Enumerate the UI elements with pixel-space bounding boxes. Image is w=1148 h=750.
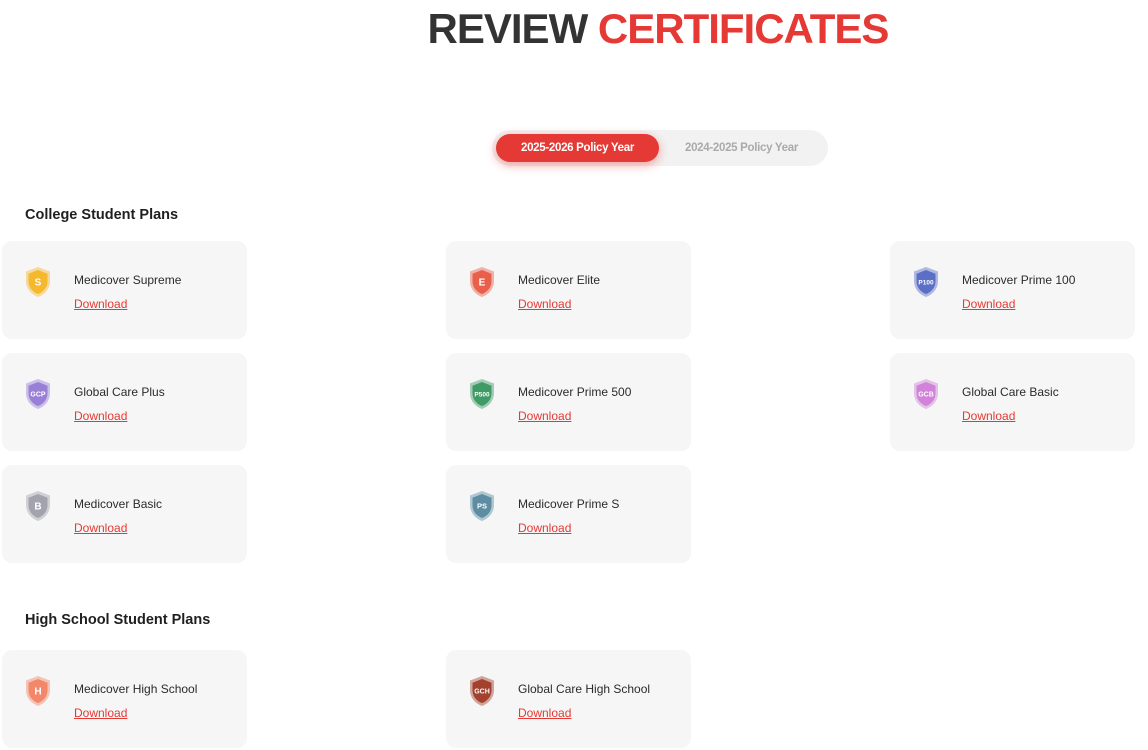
download-link[interactable]: Download <box>74 521 127 535</box>
shield-icon: P100 <box>912 266 940 298</box>
plan-card-medicover-basic: B Medicover Basic Download <box>2 465 247 563</box>
download-link[interactable]: Download <box>74 409 127 423</box>
plan-card-medicover-prime-s: PS Medicover Prime S Download <box>446 465 691 563</box>
plan-name: Medicover Elite <box>518 273 601 287</box>
plan-card-global-care-plus: GCP Global Care Plus Download <box>2 353 247 451</box>
shield-badge-text: GCH <box>474 689 490 696</box>
plan-card-global-care-basic: GCB Global Care Basic Download <box>890 353 1135 451</box>
plan-name: Global Care Basic <box>962 385 1059 399</box>
shield-icon: GCB <box>912 378 940 410</box>
plan-name: Medicover Prime 500 <box>518 385 632 399</box>
shield-icon: PS <box>468 490 496 522</box>
shield-icon: GCH <box>468 675 496 707</box>
shield-icon: E <box>468 266 496 298</box>
download-link[interactable]: Download <box>518 521 571 535</box>
policy-year-toggle: 2025-2026 Policy Year 2024-2025 Policy Y… <box>492 130 828 166</box>
shield-icon: H <box>24 675 52 707</box>
plan-name: Global Care High School <box>518 682 651 696</box>
plan-name: Medicover Prime S <box>518 497 620 511</box>
shield-icon: S <box>24 266 52 298</box>
section-heading-college: College Student Plans <box>25 207 179 223</box>
download-link[interactable]: Download <box>518 297 571 311</box>
plan-name: Medicover Supreme <box>74 273 182 287</box>
plan-name: Medicover Prime 100 <box>962 273 1076 287</box>
plan-name: Global Care Plus <box>74 385 165 399</box>
shield-icon: GCP <box>24 378 52 410</box>
plan-card-medicover-prime-100: P100 Medicover Prime 100 Download <box>890 241 1135 339</box>
shield-icon: B <box>24 490 52 522</box>
download-link[interactable]: Download <box>962 297 1015 311</box>
shield-badge-text: S <box>35 278 42 289</box>
shield-badge-text: H <box>34 687 41 698</box>
policy-year-2024-2025-button[interactable]: 2024-2025 Policy Year <box>659 134 824 162</box>
page-title-certificates: CERTIFICATES <box>597 5 890 52</box>
download-link[interactable]: Download <box>962 409 1015 423</box>
page-title-review: REVIEW <box>427 5 589 52</box>
download-link[interactable]: Download <box>518 409 571 423</box>
plan-name: Medicover High School <box>74 682 198 696</box>
section-heading-high-school: High School Student Plans <box>25 612 211 628</box>
shield-badge-text: P500 <box>474 392 490 399</box>
shield-badge-text: E <box>479 278 486 289</box>
shield-badge-text: PS <box>477 502 487 511</box>
plan-name: Medicover Basic <box>74 497 163 511</box>
shield-badge-text: GCP <box>30 392 46 399</box>
plan-card-medicover-supreme: S Medicover Supreme Download <box>2 241 247 339</box>
download-link[interactable]: Download <box>518 706 571 720</box>
page-title: REVIEW CERTIFICATES <box>0 4 1148 54</box>
plan-card-medicover-prime-500: P500 Medicover Prime 500 Download <box>446 353 691 451</box>
download-link[interactable]: Download <box>74 297 127 311</box>
plan-card-medicover-elite: E Medicover Elite Download <box>446 241 691 339</box>
shield-badge-text: P100 <box>918 280 934 287</box>
download-link[interactable]: Download <box>74 706 127 720</box>
shield-badge-text: GCB <box>918 392 934 399</box>
shield-badge-text: B <box>34 502 41 513</box>
shield-icon: P500 <box>468 378 496 410</box>
plan-card-medicover-high-school: H Medicover High School Download <box>2 650 247 748</box>
plan-card-global-care-high-school: GCH Global Care High School Download <box>446 650 691 748</box>
policy-year-2025-2026-button[interactable]: 2025-2026 Policy Year <box>496 134 659 162</box>
